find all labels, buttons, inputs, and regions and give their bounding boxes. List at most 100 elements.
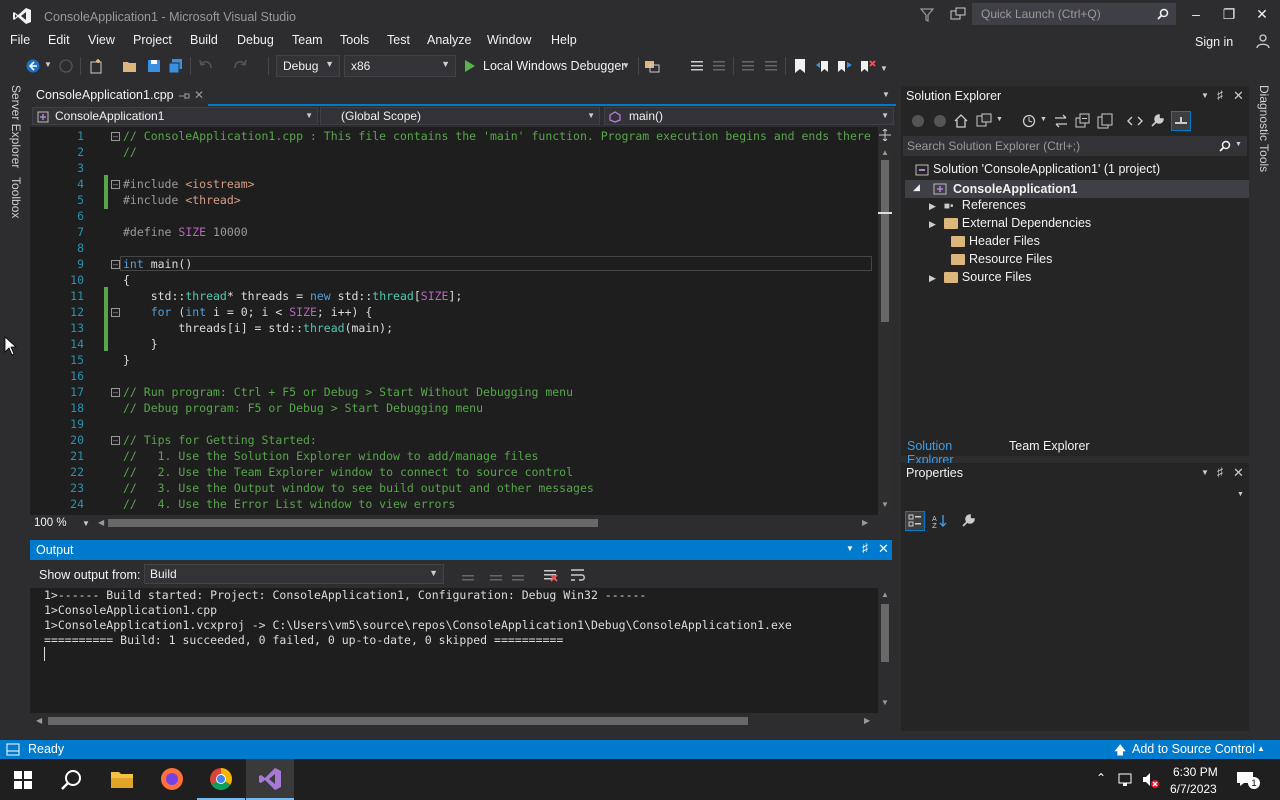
scope-dropdown[interactable]: (Global Scope) ▼ xyxy=(320,107,600,125)
volume-muted-icon[interactable] xyxy=(1141,771,1159,789)
tree-item-header-files[interactable]: Header Files xyxy=(951,234,1040,248)
clock-time[interactable]: 6:30 PM xyxy=(1173,765,1218,779)
menu-window[interactable]: Window xyxy=(487,33,531,47)
home-icon[interactable] xyxy=(953,113,969,129)
sign-in-link[interactable]: Sign in xyxy=(1195,35,1233,49)
pin-icon[interactable]: ♯ xyxy=(1217,465,1223,479)
window-position-icon[interactable]: ▼ xyxy=(1201,91,1209,100)
scroll-right-icon[interactable]: ▶ xyxy=(862,518,868,527)
word-wrap-icon[interactable] xyxy=(570,567,586,583)
comment-lines-icon[interactable] xyxy=(740,58,756,74)
close-panel-button[interactable]: ✕ xyxy=(1233,88,1244,104)
solution-search-input[interactable]: Search Solution Explorer (Ctrl+;) ▼ xyxy=(903,136,1247,156)
tree-solution[interactable]: Solution 'ConsoleApplication1' (1 projec… xyxy=(915,162,1160,176)
action-center-button[interactable]: 1 xyxy=(1236,769,1260,791)
navigate-forward-icon[interactable] xyxy=(58,58,74,74)
collapse-icon[interactable]: – xyxy=(111,132,120,141)
chevron-down-icon[interactable]: ▼ xyxy=(1040,116,1047,123)
taskbar-visual-studio-button[interactable] xyxy=(246,759,294,800)
step-icon[interactable] xyxy=(689,58,705,74)
toolbar-overflow-icon[interactable]: ▼ xyxy=(880,64,888,73)
menu-view[interactable]: View xyxy=(88,33,115,47)
window-position-icon[interactable]: ▼ xyxy=(846,544,854,553)
restore-button[interactable]: ❐ xyxy=(1219,6,1239,24)
search-icon[interactable] xyxy=(61,769,83,791)
firefox-icon[interactable] xyxy=(160,767,184,791)
collapsed-arrow-icon[interactable]: ▶ xyxy=(929,201,936,211)
collapse-icon[interactable]: – xyxy=(111,180,120,189)
pin-icon[interactable]: ♯ xyxy=(1217,88,1223,102)
redo-icon[interactable] xyxy=(232,58,248,74)
clock-date[interactable]: 6/7/2023 xyxy=(1170,782,1217,796)
chevron-down-icon[interactable]: ▼ xyxy=(996,116,1003,123)
file-explorer-icon[interactable] xyxy=(110,769,134,789)
clear-all-icon[interactable] xyxy=(542,567,558,583)
output-text-area[interactable]: 1>------ Build started: Project: Console… xyxy=(30,588,878,713)
show-hidden-icons-icon[interactable]: ⌃ xyxy=(1096,771,1106,785)
tree-item-resource-files[interactable]: Resource Files xyxy=(951,252,1052,266)
tree-item-source-files[interactable]: ▶ Source Files xyxy=(929,270,1031,284)
close-output-button[interactable]: ✕ xyxy=(878,541,889,557)
start-debugging-button[interactable]: Local Windows Debugger ▼ xyxy=(462,56,632,76)
alphabetical-icon[interactable]: AZ xyxy=(931,513,947,529)
back-icon[interactable] xyxy=(911,114,925,128)
scroll-left-icon[interactable]: ◀ xyxy=(98,518,104,527)
menu-team[interactable]: Team xyxy=(292,33,323,47)
previous-bookmark-icon[interactable] xyxy=(815,58,831,74)
horizontal-scroll-thumb[interactable] xyxy=(108,519,598,527)
collapse-icon[interactable]: – xyxy=(111,436,120,445)
solution-platform-dropdown[interactable]: x86 ▼ xyxy=(344,55,456,77)
scroll-left-icon[interactable]: ◀ xyxy=(36,716,42,725)
browse-icon[interactable] xyxy=(644,58,660,74)
add-to-source-control-button[interactable]: 🡅 Add to Source Control ▲ xyxy=(1112,741,1272,758)
pending-changes-filter-icon[interactable] xyxy=(1021,113,1037,129)
tab-toolbox[interactable]: Toolbox xyxy=(9,177,23,218)
close-panel-button[interactable]: ✕ xyxy=(1233,465,1244,481)
find-message-icon[interactable] xyxy=(460,567,476,583)
go-to-next-icon[interactable] xyxy=(510,567,526,583)
save-all-icon[interactable] xyxy=(168,58,184,74)
tree-item-references[interactable]: ▶ ■• References xyxy=(929,198,1026,212)
scroll-down-icon[interactable]: ▼ xyxy=(881,698,889,707)
collapse-icon[interactable]: – xyxy=(111,260,120,269)
scroll-right-icon[interactable]: ▶ xyxy=(864,716,870,725)
tab-server-explorer[interactable]: Server Explorer xyxy=(9,85,23,168)
uncomment-lines-icon[interactable] xyxy=(763,58,779,74)
expanded-arrow-icon[interactable]: ◢ xyxy=(913,182,920,193)
zoom-dropdown[interactable]: 100 % ▼ xyxy=(32,516,92,530)
categorized-button[interactable] xyxy=(905,511,925,531)
close-tab-icon[interactable]: ✕ xyxy=(194,88,204,102)
new-project-icon[interactable] xyxy=(88,58,104,74)
show-all-files-icon[interactable] xyxy=(1097,113,1113,129)
clear-bookmarks-icon[interactable] xyxy=(860,58,876,74)
notifications-icon[interactable] xyxy=(950,7,966,21)
scroll-up-icon[interactable]: ▲ xyxy=(881,590,889,599)
forward-icon[interactable] xyxy=(933,114,947,128)
minimize-button[interactable]: – xyxy=(1186,6,1206,24)
code-editor[interactable]: 1 2 3 4 5 6 7 8 9 10 11 12 13 14 15 16 1… xyxy=(30,127,878,515)
menu-help[interactable]: Help xyxy=(551,33,577,47)
preview-selected-items-button[interactable] xyxy=(1171,111,1191,131)
tab-solution-explorer[interactable]: Solution Explorer xyxy=(901,436,1001,467)
tab-list-dropdown-icon[interactable]: ▼ xyxy=(882,90,890,99)
object-selector-dropdown[interactable]: ▼ xyxy=(903,485,1247,505)
properties-wrench-icon[interactable] xyxy=(1149,113,1165,129)
outdent-icon[interactable] xyxy=(711,58,727,74)
editor-vertical-scrollbar[interactable]: ▲ ▼ xyxy=(878,146,892,514)
switch-views-icon[interactable] xyxy=(976,113,992,129)
scrollbar-thumb[interactable] xyxy=(881,604,889,662)
next-bookmark-icon[interactable] xyxy=(837,58,853,74)
quick-launch-input[interactable]: Quick Launch (Ctrl+Q) xyxy=(972,3,1176,25)
output-source-dropdown[interactable]: Build ▼ xyxy=(144,564,444,584)
scrollbar-thumb[interactable] xyxy=(881,160,889,322)
windows-start-icon[interactable] xyxy=(14,771,32,789)
menu-tools[interactable]: Tools xyxy=(340,33,369,47)
menu-edit[interactable]: Edit xyxy=(48,33,70,47)
tab-team-explorer[interactable]: Team Explorer xyxy=(1003,436,1093,456)
collapse-icon[interactable]: – xyxy=(111,308,120,317)
horizontal-scroll-thumb[interactable] xyxy=(48,717,748,725)
scroll-down-icon[interactable]: ▼ xyxy=(881,500,889,509)
collapsed-arrow-icon[interactable]: ▶ xyxy=(929,273,936,283)
undo-icon[interactable] xyxy=(198,58,214,74)
menu-analyze[interactable]: Analyze xyxy=(427,33,471,47)
